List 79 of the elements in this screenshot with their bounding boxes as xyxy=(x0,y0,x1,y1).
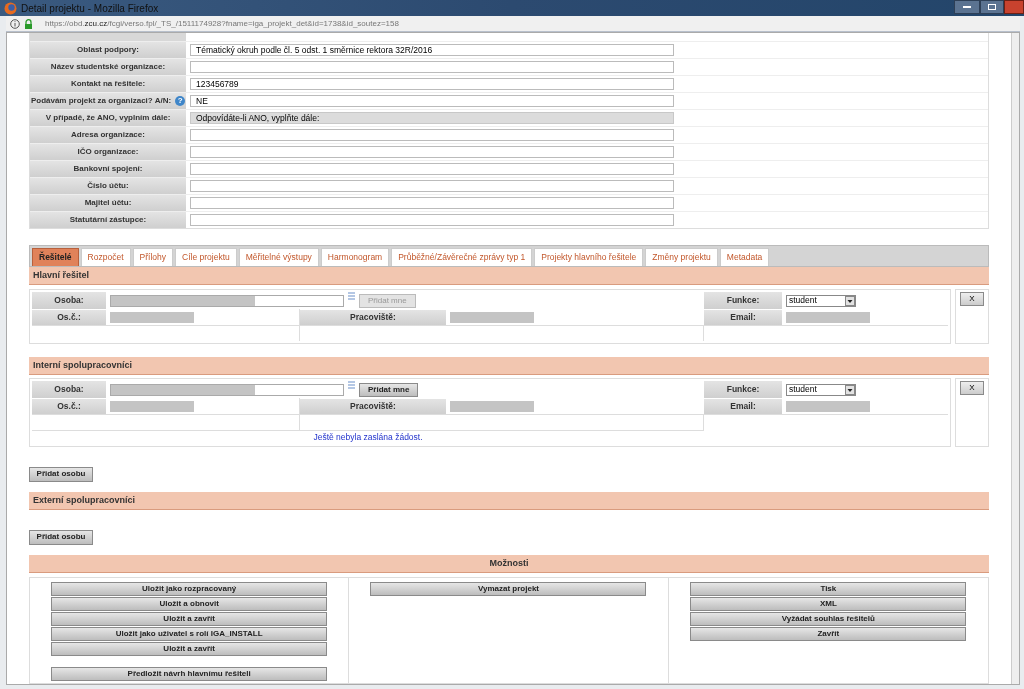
action-button[interactable]: Uložit a zavřít xyxy=(51,612,328,626)
add-me-button[interactable]: Přidat mne xyxy=(359,382,419,397)
action-button[interactable]: Uložit a obnovit xyxy=(51,597,328,611)
tab[interactable]: Přílohy xyxy=(132,248,173,266)
action-button[interactable]: Uložit jako rozpracovaný xyxy=(51,582,328,596)
list-icon[interactable] xyxy=(348,292,355,300)
tab[interactable]: Cíle projektu xyxy=(175,248,237,266)
function-select[interactable]: student xyxy=(786,294,856,307)
action-button[interactable]: Předložit návrh hlavnímu řešiteli xyxy=(51,667,328,681)
section-header: Hlavní řešitel xyxy=(29,267,989,285)
window-title: Detail projektu - Mozilla Firefox xyxy=(21,1,160,16)
input-field[interactable] xyxy=(190,163,674,175)
function-select[interactable]: student xyxy=(786,383,856,396)
field-label: Adresa organizace: xyxy=(30,127,186,143)
field-label: Funkce: xyxy=(704,292,782,309)
tab[interactable]: Metadata xyxy=(719,248,770,266)
input-field[interactable] xyxy=(190,61,674,73)
field-label: Osoba: xyxy=(32,381,106,398)
person-field[interactable] xyxy=(110,383,344,396)
field-label: Osoba: xyxy=(32,292,106,309)
remove-button[interactable]: X xyxy=(960,381,984,395)
maximize-button[interactable] xyxy=(980,0,1004,14)
field-label: Číslo účtu: xyxy=(30,178,186,194)
action-button[interactable]: Uložit a zavřít xyxy=(51,642,328,656)
dropdown-icon xyxy=(845,384,855,395)
field-label: Název studentské organizace: xyxy=(30,59,186,75)
action-button[interactable]: Vyžádat souhlas řešitelů xyxy=(690,612,967,626)
field-label: Bankovní spojení: xyxy=(30,161,186,177)
field-label: Oblast podpory: xyxy=(30,42,186,58)
field-label: Statutární zástupce: xyxy=(30,212,186,228)
add-person-button[interactable]: Přidat osobu xyxy=(29,466,93,482)
input-field[interactable]: Tématický okruh podle čl. 5 odst. 1 směrnice rektora 32R/2016 xyxy=(190,44,674,56)
add-person-button[interactable]: Přidat osobu xyxy=(29,529,93,545)
status-note: Ještě nebyla zaslána žádost. xyxy=(313,431,423,444)
tab[interactable]: Projekty hlavního řešitele xyxy=(534,248,644,266)
section-header: Interní spolupracovníci xyxy=(29,357,989,375)
remove-button[interactable]: X xyxy=(960,292,984,306)
input-field[interactable] xyxy=(190,214,674,226)
person-field[interactable] xyxy=(110,294,344,307)
field-label: V případě, že ANO, vyplním dále: xyxy=(30,110,186,126)
field-label: Email: xyxy=(704,310,782,325)
tab[interactable]: Měřitelné výstupy xyxy=(238,248,319,266)
input-field[interactable] xyxy=(190,129,674,141)
action-button[interactable]: Zavřít xyxy=(690,627,967,641)
input-field[interactable]: NE xyxy=(190,95,674,107)
action-button[interactable]: XML xyxy=(690,597,967,611)
field-label: Os.č.: xyxy=(32,310,106,325)
field-label: Pracoviště: xyxy=(300,310,446,325)
field-label: Os.č.: xyxy=(32,399,106,414)
field-label: Funkce: xyxy=(704,381,782,398)
minimize-button[interactable] xyxy=(954,0,980,14)
field-label: Kontakt na řešitele: xyxy=(30,76,186,92)
tab[interactable]: Harmonogram xyxy=(320,248,390,266)
field-label: Majitel účtu: xyxy=(30,195,186,211)
input-field[interactable] xyxy=(190,146,674,158)
tab[interactable]: Řešitelé xyxy=(32,248,79,266)
section-header: Možnosti xyxy=(29,555,989,573)
field-label: Podávám projekt za organizaci? A/N: ? xyxy=(30,93,186,109)
input-field[interactable] xyxy=(190,197,674,209)
section-header: Externí spolupracovníci xyxy=(29,492,989,510)
browser-logo-icon xyxy=(4,1,17,15)
action-button[interactable]: Vymazat projekt xyxy=(370,582,647,596)
scrollbar[interactable] xyxy=(1011,33,1019,684)
tab[interactable]: Rozpočet xyxy=(80,248,131,266)
readonly-field: Odpovídáte-li ANO, vyplňte dále: xyxy=(190,112,674,124)
input-field[interactable] xyxy=(190,180,674,192)
lock-icon xyxy=(24,18,33,29)
action-button[interactable]: Tisk xyxy=(690,582,967,596)
tab[interactable]: Průběžné/Závěrečné zprávy typ 1 xyxy=(391,248,533,266)
action-button[interactable]: Uložit jako uživatel s rolí IGA_INSTALL xyxy=(51,627,328,641)
list-icon[interactable] xyxy=(348,381,355,389)
tab[interactable]: Změny projektu xyxy=(645,248,718,266)
info-icon[interactable] xyxy=(10,18,20,29)
field-label: Pracoviště: xyxy=(300,399,446,414)
field-label: Email: xyxy=(704,399,782,414)
help-icon[interactable]: ? xyxy=(175,96,186,106)
field-label: IČO organizace: xyxy=(30,144,186,160)
input-field[interactable]: 123456789 xyxy=(190,78,674,90)
dropdown-icon xyxy=(845,295,855,306)
